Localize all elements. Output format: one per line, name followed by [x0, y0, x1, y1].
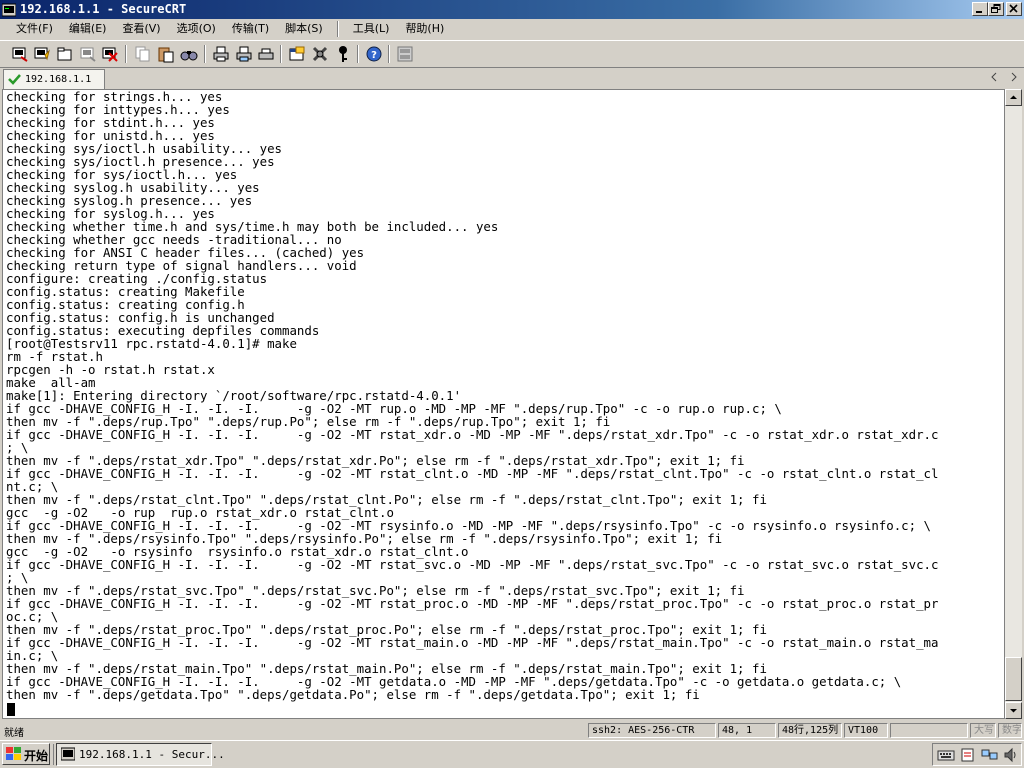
reconnect-icon[interactable] [79, 45, 97, 63]
menu-script[interactable]: 脚本(S) [277, 20, 331, 38]
find-icon[interactable] [180, 45, 198, 63]
status-ready: 就绪 [4, 728, 24, 739]
connected-check-icon [8, 73, 21, 88]
system-tray [932, 743, 1022, 766]
windows-logo-icon [6, 747, 21, 764]
print-selection-icon[interactable] [235, 45, 253, 63]
connect-icon[interactable] [11, 45, 29, 63]
terminal-line: if gcc -DHAVE_CONFIG_H -I. -I. -I. -g -O… [6, 557, 939, 572]
toolbar-separator [204, 45, 206, 63]
status-terminal-size: 48行,125列 [778, 723, 842, 738]
terminal-output[interactable]: checking for strings.h... yes checking fo… [2, 89, 1005, 719]
scroll-thumb[interactable] [1005, 657, 1022, 701]
paste-icon[interactable] [157, 45, 175, 63]
status-cursor-position: 48, 1 [718, 723, 776, 738]
menu-edit[interactable]: 编辑(E) [61, 20, 115, 38]
securecrt-app-icon[interactable] [1, 2, 17, 17]
session-options-icon[interactable] [288, 45, 306, 63]
key-gen-icon[interactable] [334, 45, 352, 63]
terminal-line: then mv -f ".deps/getdata.Tpo" ".deps/ge… [6, 687, 700, 702]
status-caps-lock: 大写 [970, 723, 996, 738]
tab-label: 192.168.1.1 [25, 74, 92, 85]
connect-tab-icon[interactable] [56, 45, 74, 63]
network-icon[interactable] [981, 747, 999, 767]
terminal-text: checking for strings.h... yes checking fo… [6, 90, 938, 701]
window-title: 192.168.1.1 - SecureCRT [20, 2, 187, 16]
terminal-line: if gcc -DHAVE_CONFIG_H -I. -I. -I. -g -O… [6, 427, 939, 442]
taskbar-securecrt-button[interactable]: 192.168.1.1 - Secur... [56, 743, 225, 766]
taskbar-button-label: 192.168.1.1 - Secur... [79, 748, 225, 761]
terminal-cursor [7, 703, 15, 716]
dictionary-icon[interactable] [959, 747, 977, 767]
global-options-icon[interactable] [311, 45, 329, 63]
securecrt-task-icon [60, 747, 76, 764]
toolbar-separator [357, 45, 359, 63]
disconnect-icon[interactable] [101, 45, 119, 63]
terminal-scrollbar[interactable] [1005, 89, 1022, 719]
terminal-line: if gcc -DHAVE_CONFIG_H -I. -I. -I. -g -O… [6, 635, 939, 650]
terminal-line: if gcc -DHAVE_CONFIG_H -I. -I. -I. -g -O… [6, 466, 939, 481]
status-num-lock: 数字 [998, 723, 1022, 738]
tab-session[interactable]: 192.168.1.1 [3, 69, 105, 89]
toolbar: ? [0, 40, 1024, 68]
menu-file[interactable]: 文件(F) [8, 20, 61, 38]
help-icon[interactable]: ? [365, 45, 383, 63]
toolbar-separator [280, 45, 282, 63]
terminal-line: if gcc -DHAVE_CONFIG_H -I. -I. -I. -g -O… [6, 596, 939, 611]
print-setup-icon[interactable] [257, 45, 275, 63]
start-label: 开始 [24, 749, 49, 763]
close-button[interactable] [1006, 2, 1022, 16]
volume-icon[interactable] [1003, 747, 1019, 767]
menu-separator [336, 21, 339, 37]
keymap-icon[interactable] [396, 45, 414, 63]
svg-text:?: ? [371, 50, 377, 61]
quick-connect-icon[interactable] [33, 45, 51, 63]
toolbar-separator [125, 45, 127, 63]
session-tab-bar: 192.168.1.1 [0, 68, 1024, 89]
tab-scroll-left-icon[interactable] [990, 72, 998, 85]
menu-help[interactable]: 帮助(H) [397, 20, 452, 38]
status-terminal-type: VT100 [844, 723, 888, 738]
title-bar[interactable]: 192.168.1.1 - SecureCRT [0, 0, 1024, 19]
scroll-down-button[interactable] [1005, 702, 1022, 719]
tab-scroll-right-icon[interactable] [1010, 72, 1018, 85]
print-icon[interactable] [212, 45, 230, 63]
status-empty-field [890, 723, 968, 738]
minimize-button[interactable] [972, 2, 988, 16]
menu-view[interactable]: 查看(V) [114, 20, 168, 38]
scroll-up-button[interactable] [1005, 89, 1022, 106]
copy-icon[interactable] [134, 45, 152, 63]
menu-bar: 文件(F) 编辑(E) 查看(V) 选项(O) 传输(T) 脚本(S) 工具(L… [0, 19, 1024, 39]
status-protocol: ssh2: AES-256-CTR [588, 723, 716, 738]
menu-options[interactable]: 选项(O) [169, 20, 224, 38]
keyboard-icon[interactable] [937, 747, 955, 767]
menu-tools[interactable]: 工具(L) [345, 20, 398, 38]
menu-transfer[interactable]: 传输(T) [224, 20, 277, 38]
terminal-line: [root@Testsrv11 rpc.rstatd-4.0.1]# make [6, 336, 297, 351]
windows-taskbar: 开始 192.168.1.1 - Secur... [0, 740, 1024, 768]
start-button[interactable]: 开始 [2, 743, 50, 765]
restore-button[interactable] [988, 2, 1004, 16]
toolbar-separator [388, 45, 390, 63]
terminal-line: rpcgen -h -o rstat.h rstat.x [6, 362, 215, 377]
status-bar: 就绪 ssh2: AES-256-CTR 48, 1 48行,125列 VT10… [0, 721, 1024, 740]
